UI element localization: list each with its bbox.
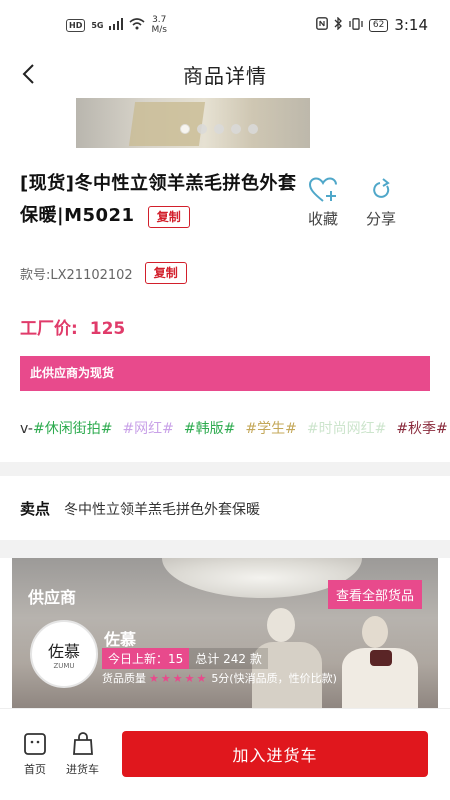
carousel-dot[interactable] — [214, 124, 224, 134]
supplier-card[interactable]: 供应商 查看全部货品 佐慕 ZUMU 佐慕 今日上新：15 总计 242 款 货… — [12, 558, 438, 708]
quality-score: 5分(快消品质，性价比款) — [211, 672, 337, 685]
status-left: HD 5G 3.7 M/s — [66, 15, 167, 35]
selling-point-label: 卖点 — [20, 500, 51, 518]
battery-icon: 62 — [368, 18, 389, 32]
supplier-section-label: 供应商 — [28, 588, 77, 607]
nav-bar: 商品详情 — [0, 50, 450, 98]
product-image[interactable] — [76, 98, 310, 148]
section-divider — [0, 462, 450, 476]
tags-row: v-#休闲街拍# #网红# #韩版# #学生# #时尚网红# #秋季# — [20, 418, 448, 438]
copy-title-button[interactable]: 复制 — [147, 205, 190, 228]
view-all-goods-button[interactable]: 查看全部货品 — [328, 580, 423, 609]
bottom-bar: 首页 进货车 加入进货车 — [0, 708, 450, 800]
favorite-label: 收藏 — [308, 210, 339, 228]
tags-prefix-text: v- — [20, 421, 33, 437]
price-value: 125 — [89, 319, 126, 339]
share-button[interactable]: 分享 — [366, 176, 396, 229]
nfc-icon — [315, 17, 328, 33]
heart-plus-icon — [308, 177, 337, 202]
cart-tab[interactable]: 进货车 — [66, 731, 99, 777]
product-title-block: [现货]冬中性立领羊羔毛拼色外套保暖|M5021 复制 — [20, 168, 310, 232]
home-label: 首页 — [24, 763, 46, 776]
mannequin-head — [362, 616, 388, 648]
sku-row: 款号:LX21102102 复制 — [20, 262, 187, 284]
today-new-badge: 今日上新：15 — [102, 648, 190, 669]
mannequin-head — [267, 608, 295, 642]
carousel-dot[interactable] — [197, 124, 207, 134]
status-bar: HD 5G 3.7 M/s 62 3:14 — [0, 0, 450, 50]
home-tab[interactable]: 首页 — [22, 731, 48, 777]
net-speed-value: 3.7 — [152, 15, 167, 25]
net-speed: 3.7 M/s — [151, 15, 167, 35]
tag-item[interactable]: #学生# — [245, 418, 296, 438]
add-to-cart-button[interactable]: 加入进货车 — [122, 731, 428, 777]
carousel-dot[interactable] — [248, 124, 258, 134]
share-label: 分享 — [366, 210, 397, 228]
quality-row: 货品质量 ★★★★★ 5分(快消品质，性价比款) — [102, 670, 337, 686]
chevron-left-icon — [22, 64, 34, 84]
shop-name: 佐慕 — [104, 630, 137, 649]
selling-point-text: 冬中性立领羊羔毛拼色外套保暖 — [64, 501, 261, 518]
cart-label: 进货车 — [66, 763, 99, 776]
favorite-button[interactable]: 收藏 — [308, 176, 338, 229]
total-count: 总计 242 款 — [195, 652, 262, 666]
wifi-icon — [129, 17, 146, 33]
carousel-dots — [180, 124, 258, 134]
supplier-logo[interactable]: 佐慕 ZUMU — [30, 620, 98, 688]
price-label: 工厂价: — [20, 319, 78, 339]
shop-stats: 今日上新：15 总计 242 款 — [102, 648, 268, 669]
tag-item[interactable]: #韩版# — [184, 418, 235, 438]
tag-item[interactable]: #网红# — [122, 418, 173, 438]
clock: 3:14 — [394, 16, 428, 34]
shopping-bag-icon — [72, 732, 93, 755]
signal-icon — [109, 17, 124, 33]
vibrate-icon — [349, 17, 363, 33]
tag-item[interactable]: #休闲街拍# — [33, 421, 112, 437]
home-icon — [24, 733, 46, 755]
logo-text: 佐慕 — [47, 642, 80, 661]
carousel-dot[interactable] — [231, 124, 241, 134]
sku-text: 款号:LX21102102 — [20, 267, 133, 283]
rating-stars-icon: ★★★★★ — [149, 671, 209, 685]
hd-badge: HD — [66, 18, 86, 32]
product-actions: 收藏 分享 — [308, 176, 396, 229]
bluetooth-icon — [334, 16, 343, 33]
quality-label: 货品质量 — [102, 672, 146, 685]
tag-item[interactable]: #秋季# — [396, 418, 447, 438]
status-right: 62 3:14 — [315, 16, 428, 34]
section-divider — [0, 540, 450, 558]
price-row: 工厂价: 125 — [20, 314, 125, 339]
tag-item[interactable]: #时尚网红# — [307, 418, 386, 438]
stock-banner: 此供应商为现货 — [20, 356, 430, 391]
net-speed-unit: M/s — [151, 25, 167, 35]
selling-point-row: 卖点 冬中性立领羊羔毛拼色外套保暖 — [20, 498, 260, 519]
back-button[interactable] — [16, 60, 44, 88]
copy-sku-button[interactable]: 复制 — [144, 262, 187, 284]
page-title: 商品详情 — [183, 63, 267, 88]
network-label: 5G — [91, 20, 104, 30]
logo-subtext: ZUMU — [53, 662, 75, 670]
share-icon — [373, 178, 390, 198]
mannequin-bow — [370, 650, 392, 666]
carousel-dot[interactable] — [180, 124, 190, 134]
tags-prefix: v-#休闲街拍# — [20, 418, 112, 438]
